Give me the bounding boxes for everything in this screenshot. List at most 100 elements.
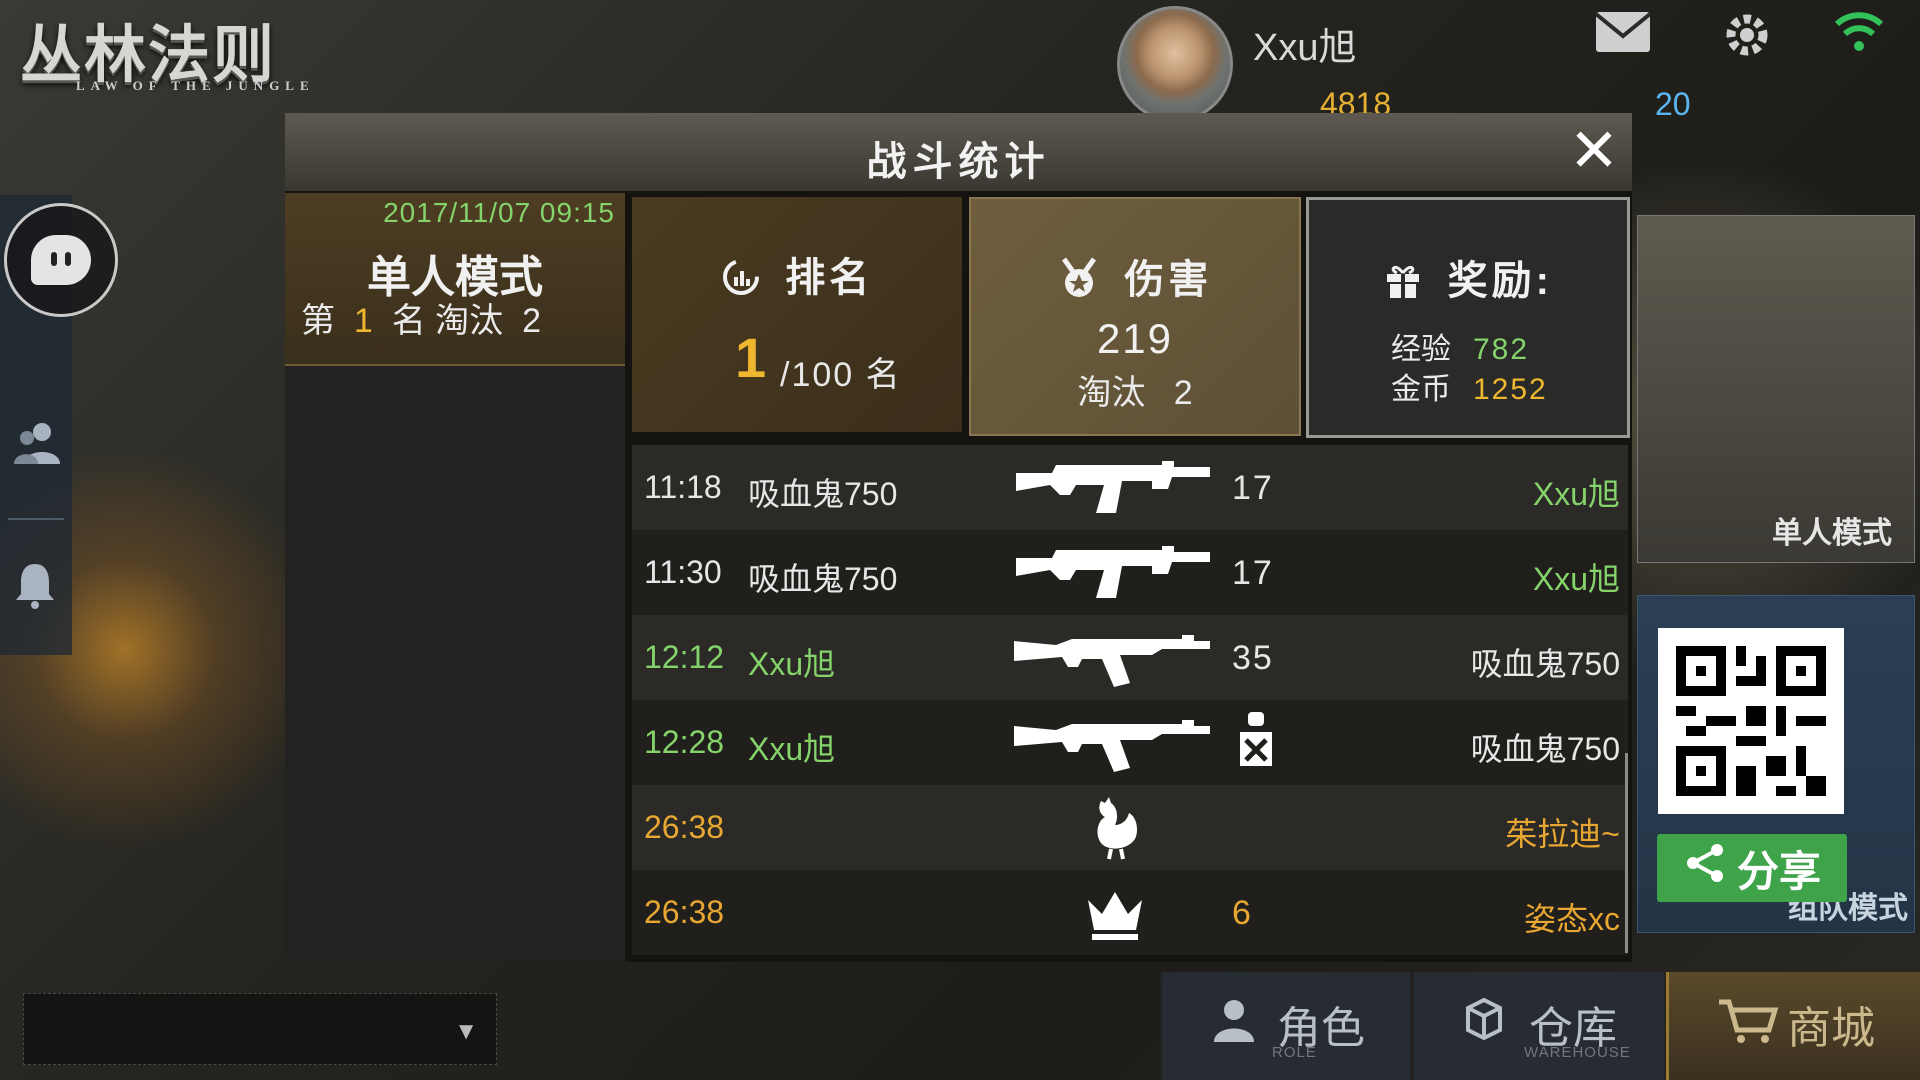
- nav-shop[interactable]: 商城: [1666, 972, 1920, 1080]
- reward-exp: 经验 782: [1391, 324, 1529, 368]
- ak-icon: [1012, 625, 1222, 691]
- log-time: 26:38: [644, 809, 725, 845]
- chicken-icon: [1087, 795, 1297, 861]
- gear-icon[interactable]: [1722, 10, 1772, 71]
- log-row: 12:12 Xxu旭 35 吸血鬼750: [632, 615, 1628, 700]
- reward-header: 奖励:: [1309, 248, 1627, 306]
- log-time: 26:38: [644, 894, 725, 930]
- log-actor: 吸血鬼750: [748, 476, 898, 512]
- cart-icon: [1717, 996, 1779, 1057]
- log-value: 6: [1232, 894, 1253, 932]
- gift-icon: [1383, 261, 1438, 303]
- nav-warehouse-sub: WAREHOUSE: [1524, 1044, 1631, 1061]
- rail-divider: [8, 518, 64, 520]
- ak-icon: [1012, 710, 1222, 776]
- match-date: 2017/11/07 09:15: [383, 197, 615, 228]
- log-value: 17: [1232, 469, 1274, 507]
- match-result: 第 1 名 淘汰 2: [301, 293, 541, 342]
- reward-exp-label: 经验: [1391, 333, 1451, 366]
- single-mode-card[interactable]: 单人模式: [1637, 215, 1915, 563]
- share-icon: [1683, 841, 1727, 895]
- reward-box: 奖励: 经验 782 金币 1252: [1306, 197, 1630, 438]
- chat-button[interactable]: [4, 203, 118, 317]
- log-row: 11:18 吸血鬼750 17 Xxu旭: [632, 445, 1628, 530]
- friends-icon[interactable]: [12, 418, 62, 478]
- nav-warehouse[interactable]: 仓库 WAREHOUSE: [1412, 972, 1664, 1080]
- nav-role-sub: ROLE: [1272, 1044, 1317, 1061]
- match-list: 2017/11/07 09:15 单人模式 第 1 名 淘汰 2: [285, 193, 625, 962]
- log-actor: 吸血鬼750: [748, 561, 898, 597]
- damage-kills-label: 淘汰: [1077, 374, 1146, 412]
- close-icon[interactable]: ✕: [1565, 121, 1623, 181]
- log-row: 26:38 6 姿态xc: [632, 870, 1628, 955]
- kill-log[interactable]: 11:18 吸血鬼750 17 Xxu旭 11:30 吸血鬼750 17 Xxu…: [632, 445, 1628, 955]
- reward-title: 奖励:: [1447, 259, 1553, 303]
- diamond-count: 20: [1655, 86, 1691, 122]
- log-target: 吸血鬼750: [1470, 646, 1620, 682]
- rank-header: 排名: [632, 245, 962, 303]
- damage-box: 伤害 219 淘汰 2: [969, 197, 1301, 436]
- chat-channel-dropdown[interactable]: ▼: [23, 993, 497, 1065]
- single-mode-label: 单人模式: [1772, 517, 1892, 550]
- rank-prefix: 第: [301, 302, 335, 340]
- wifi-icon: [1833, 10, 1885, 65]
- game-logo: 丛林法则 LAW OF THE JUNGLE: [10, 0, 355, 100]
- log-value: 35: [1232, 639, 1274, 677]
- kills-value: 2: [522, 302, 542, 340]
- damage-kills-value: 2: [1173, 374, 1193, 412]
- share-label: 分享: [1736, 847, 1821, 895]
- log-row: 26:38 茱拉迪~: [632, 785, 1628, 870]
- box-icon: [1462, 996, 1506, 1051]
- damage-header: 伤害: [971, 247, 1299, 305]
- knockdown-icon: [1232, 710, 1280, 779]
- log-target: 吸血鬼750: [1470, 731, 1620, 767]
- person-icon: [1210, 996, 1258, 1055]
- nav-role[interactable]: 角色 ROLE: [1160, 972, 1410, 1080]
- nav-shop-label: 商城: [1787, 1004, 1875, 1053]
- damage-value: 219: [1096, 315, 1174, 362]
- log-target: 姿态xc: [1523, 901, 1620, 937]
- rifle-icon: [1012, 540, 1222, 606]
- rank-total: /100 名: [780, 356, 902, 394]
- rank-icon: [721, 258, 776, 300]
- chevron-down-icon: ▼: [454, 1018, 478, 1045]
- logo-subtitle: LAW OF THE JUNGLE: [76, 78, 315, 93]
- log-time: 11:18: [644, 469, 722, 505]
- log-row: 12:28 Xxu旭 吸血鬼750: [632, 700, 1628, 785]
- log-actor: Xxu旭: [748, 731, 836, 767]
- log-target: Xxu旭: [1532, 561, 1620, 597]
- rifle-icon: [1012, 455, 1222, 521]
- reward-coin-label: 金币: [1391, 373, 1451, 406]
- modal-header: 战斗统计 ✕: [285, 113, 1632, 193]
- player-name: Xxu旭: [1253, 27, 1357, 69]
- battle-stats-modal: 战斗统计 ✕ 2017/11/07 09:15 单人模式 第 1 名 淘汰 2 …: [285, 113, 1632, 962]
- rank-number: 1: [735, 326, 767, 389]
- log-time: 12:28: [644, 724, 725, 760]
- log-target: 茱拉迪~: [1505, 816, 1620, 852]
- crown-icon: [1084, 880, 1294, 946]
- log-value: 17: [1232, 554, 1274, 592]
- rank-box: 排名 1 /100 名: [632, 197, 962, 432]
- modal-title: 战斗统计: [866, 140, 1051, 184]
- medal-icon: [1058, 257, 1115, 302]
- damage-title: 伤害: [1124, 258, 1213, 302]
- reward-coin-value: 1252: [1473, 373, 1548, 406]
- chat-icon: [31, 235, 91, 285]
- log-time: 11:30: [644, 554, 722, 590]
- log-target: Xxu旭: [1532, 476, 1620, 512]
- damage-kills: 淘汰 2: [971, 365, 1299, 414]
- reward-coins: 金币 1252: [1391, 364, 1548, 408]
- log-scrollbar[interactable]: [1625, 753, 1628, 953]
- mail-icon[interactable]: [1594, 10, 1652, 65]
- player-avatar[interactable]: [1117, 6, 1233, 122]
- bell-icon[interactable]: [12, 560, 58, 620]
- match-summary[interactable]: 2017/11/07 09:15 单人模式 第 1 名 淘汰 2: [285, 193, 625, 366]
- share-button[interactable]: 分享: [1657, 834, 1847, 902]
- log-actor: Xxu旭: [748, 646, 836, 682]
- rank-title: 排名: [785, 256, 874, 300]
- bottom-nav: 角色 ROLE 仓库 WAREHOUSE 商城: [1160, 972, 1920, 1080]
- log-row: 11:30 吸血鬼750 17 Xxu旭: [632, 530, 1628, 615]
- rank-suffix: 名 淘汰: [391, 302, 504, 340]
- rank-value: 1: [353, 302, 373, 340]
- reward-exp-value: 782: [1473, 333, 1530, 366]
